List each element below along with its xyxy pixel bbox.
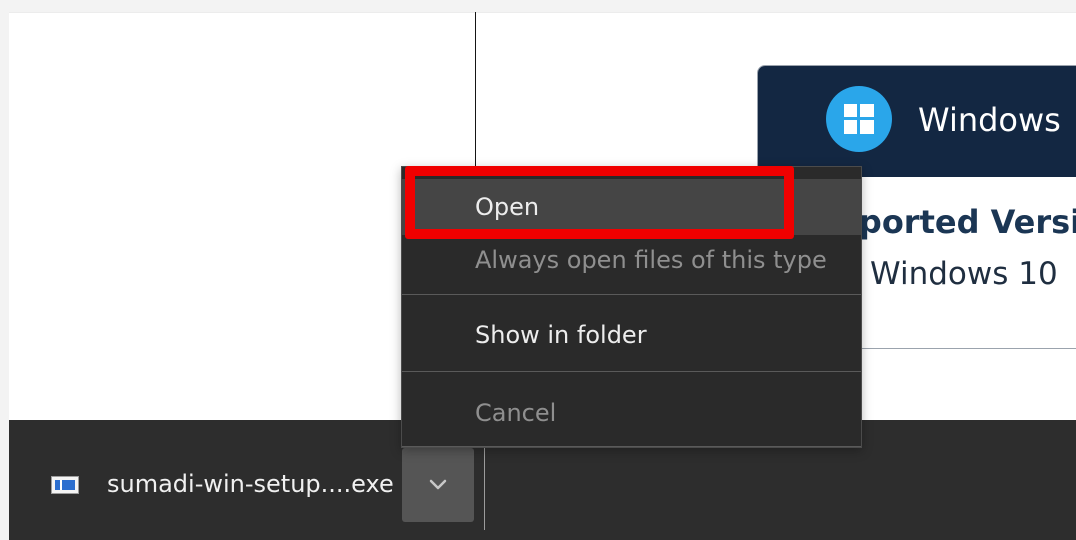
menu-item-cancel: Cancel bbox=[475, 399, 557, 427]
menu-separator bbox=[402, 371, 861, 372]
download-bar-divider bbox=[484, 448, 485, 530]
menu-item-show-in-folder[interactable]: Show in folder bbox=[402, 307, 861, 363]
executable-file-icon bbox=[51, 476, 79, 494]
windows-card-title: Windows bbox=[918, 101, 1061, 139]
chevron-down-icon bbox=[429, 479, 447, 490]
supported-version-value: Windows 10 bbox=[870, 256, 1058, 292]
browser-window: Windows pported Version Windows 10 sumad… bbox=[0, 0, 1076, 540]
download-menu-toggle-button[interactable] bbox=[402, 448, 474, 522]
windows-card-header: Windows bbox=[758, 66, 1076, 177]
menu-item-always-open: Always open files of this type bbox=[475, 246, 827, 274]
menu-separator bbox=[402, 294, 861, 295]
download-file-name[interactable]: sumadi-win-setup....exe bbox=[107, 469, 394, 499]
menu-item-open[interactable]: Open bbox=[402, 179, 861, 235]
supported-versions-title: pported Version bbox=[836, 203, 1076, 241]
windows-logo-icon bbox=[826, 86, 892, 152]
download-context-menu: Open Always open files of this type Show… bbox=[401, 166, 862, 448]
menu-separator bbox=[402, 446, 861, 447]
